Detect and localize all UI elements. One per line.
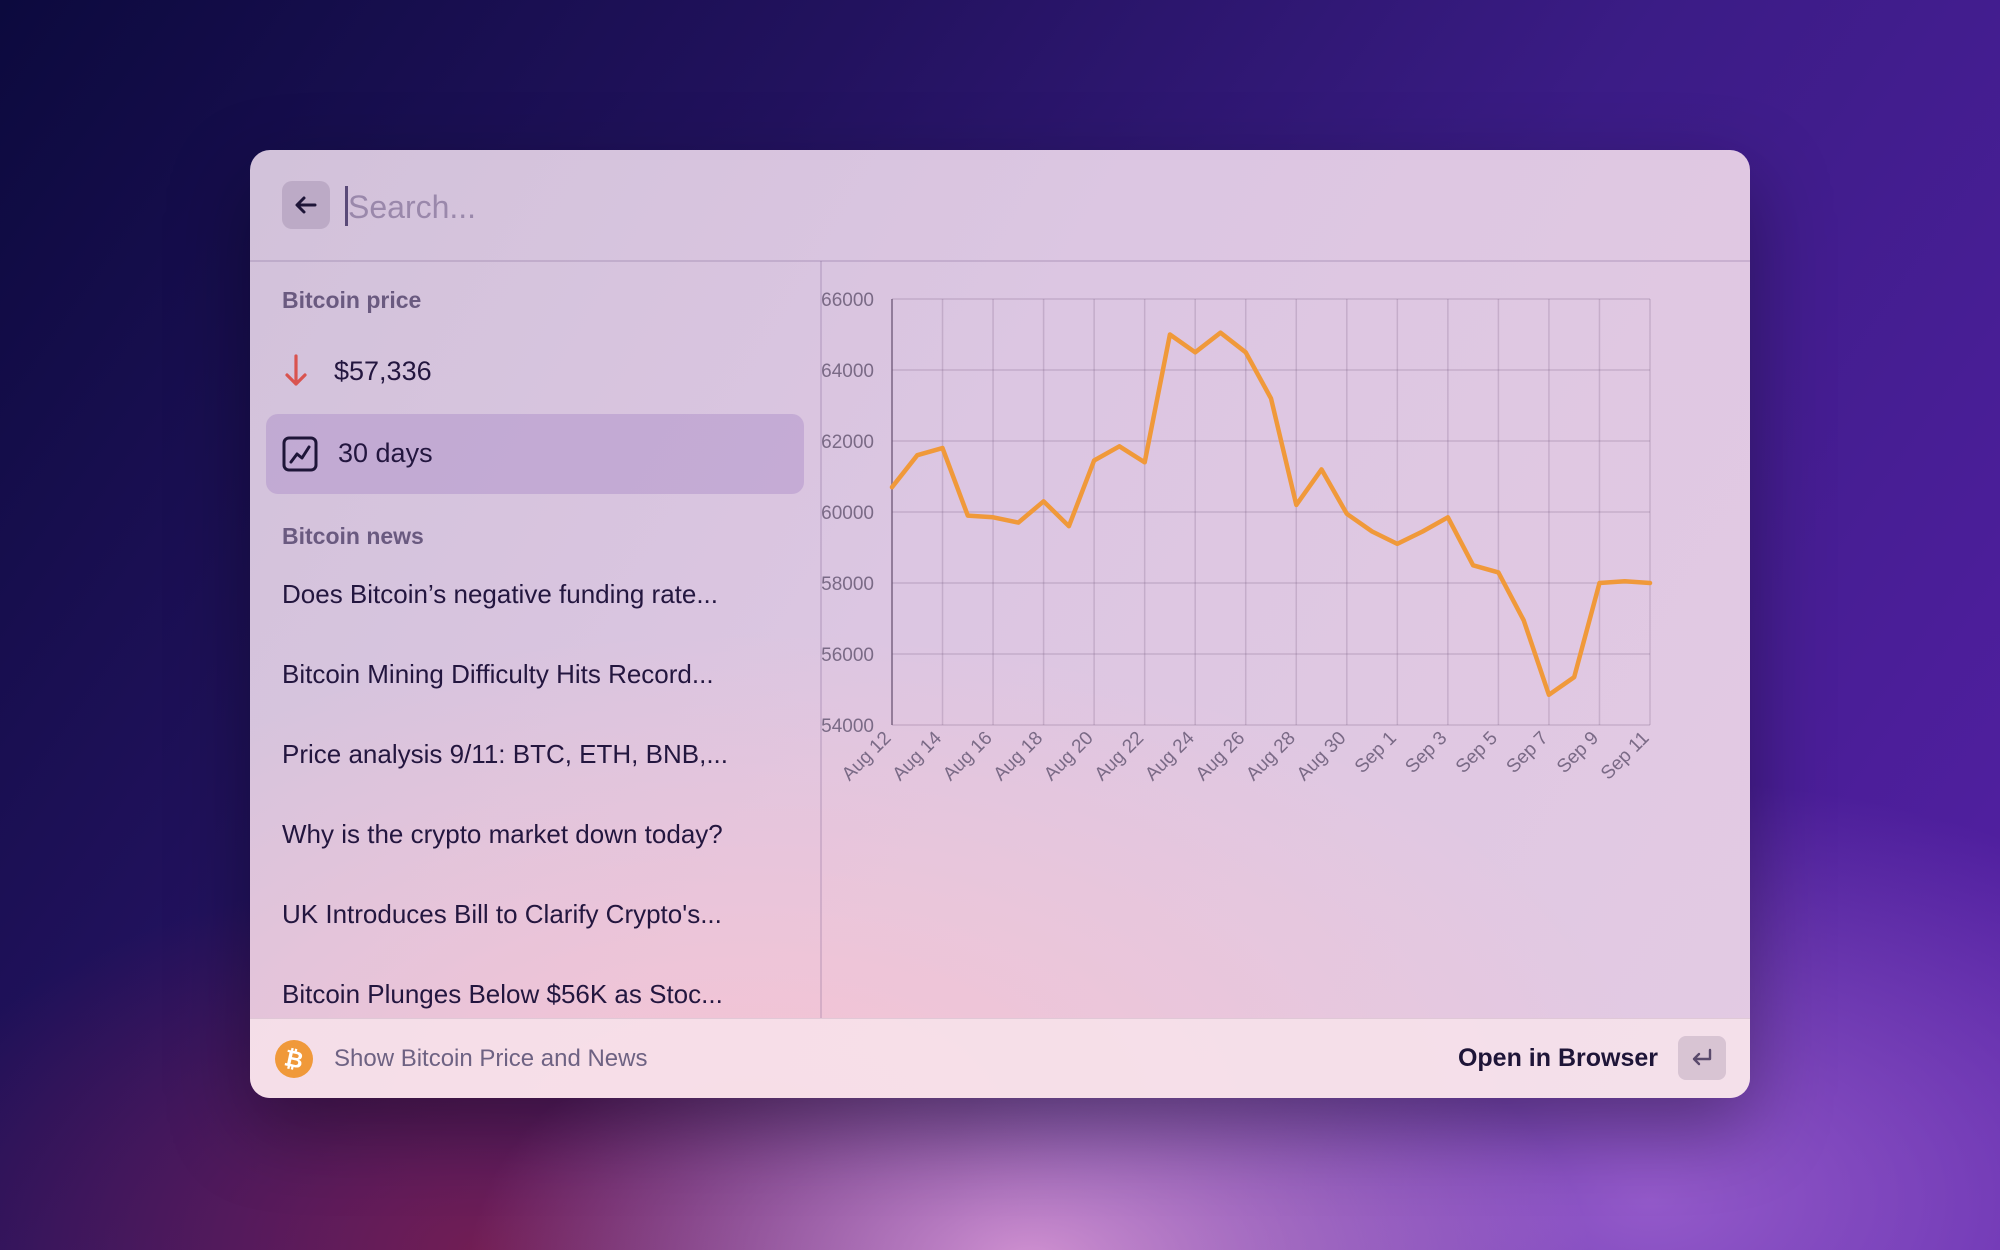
news-item[interactable]: Bitcoin Mining Difficulty Hits Record...: [282, 659, 802, 690]
chart-range-label: 30 days: [338, 438, 433, 468]
x-tick-label: Aug 20: [1040, 728, 1097, 785]
section-label-news: Bitcoin news: [282, 523, 424, 549]
x-tick-label: Aug 22: [1091, 728, 1148, 785]
results-list: Bitcoin price $57,336 30 days Bitcoin ne…: [250, 261, 822, 1018]
enter-key-button[interactable]: [1678, 1036, 1726, 1080]
chart-range-item[interactable]: 30 days: [266, 414, 804, 494]
price-chart: 54000 56000 58000 60000 62000 64000 66000 Aug 1…: [821, 290, 1653, 785]
open-in-browser-button[interactable]: Open in Browser: [1458, 1044, 1658, 1073]
launcher-window: Bitcoin price $57,336 30 days Bitcoin ne…: [250, 150, 1750, 1098]
news-item[interactable]: Price analysis 9/11: BTC, ETH, BNB,...: [282, 739, 802, 770]
y-tick-label: 66000: [822, 290, 874, 311]
line-chart-icon: [282, 436, 318, 472]
x-tick-label: Aug 28: [1242, 728, 1299, 785]
return-key-icon: [1692, 1048, 1712, 1066]
action-bar: ₿ Show Bitcoin Price and News Open in Br…: [250, 1018, 1750, 1098]
price-item[interactable]: $57,336: [282, 351, 432, 391]
search-bar: [250, 150, 1750, 262]
price-series-line: [889, 330, 1653, 698]
x-tick-label: Sep 7: [1503, 728, 1553, 778]
x-tick-label: Sep 5: [1452, 728, 1502, 778]
x-tick-label: Aug 30: [1293, 728, 1350, 785]
x-tick-label: Sep 1: [1351, 728, 1401, 778]
back-button[interactable]: [282, 181, 330, 229]
x-tick-label: Aug 18: [990, 728, 1047, 785]
section-label-price: Bitcoin price: [282, 287, 422, 313]
y-tick-label: 56000: [822, 645, 874, 666]
x-tick-label: Aug 14: [889, 727, 947, 785]
extension-title: Show Bitcoin Price and News: [334, 1045, 648, 1072]
x-tick-label: Aug 24: [1141, 727, 1199, 785]
x-tick-label: Aug 16: [939, 728, 996, 785]
x-tick-label: Sep 11: [1597, 728, 1653, 784]
search-input[interactable]: [346, 180, 1250, 234]
y-tick-label: 64000: [822, 361, 874, 382]
news-item[interactable]: Why is the crypto market down today?: [282, 819, 802, 850]
x-tick-label: Sep 3: [1401, 728, 1451, 778]
y-tick-label: 60000: [822, 503, 874, 524]
arrow-left-icon: [295, 196, 317, 214]
news-item[interactable]: Bitcoin Plunges Below $56K as Stoc...: [282, 979, 802, 1010]
news-item[interactable]: Does Bitcoin’s negative funding rate...: [282, 579, 802, 610]
x-tick-label: Sep 9: [1553, 728, 1603, 778]
bitcoin-icon: ₿: [275, 1040, 313, 1078]
price-value: $57,336: [334, 355, 432, 386]
y-tick-label: 62000: [822, 432, 874, 453]
arrow-down-icon: [285, 354, 307, 386]
news-item[interactable]: UK Introduces Bill to Clarify Crypto's..…: [282, 899, 802, 930]
y-tick-label: 58000: [822, 574, 874, 595]
price-chart-panel: 54000 56000 58000 60000 62000 64000 66000 Aug 1…: [821, 261, 1750, 1018]
y-tick-label: 54000: [822, 716, 874, 737]
x-tick-label: Aug 26: [1192, 728, 1249, 785]
